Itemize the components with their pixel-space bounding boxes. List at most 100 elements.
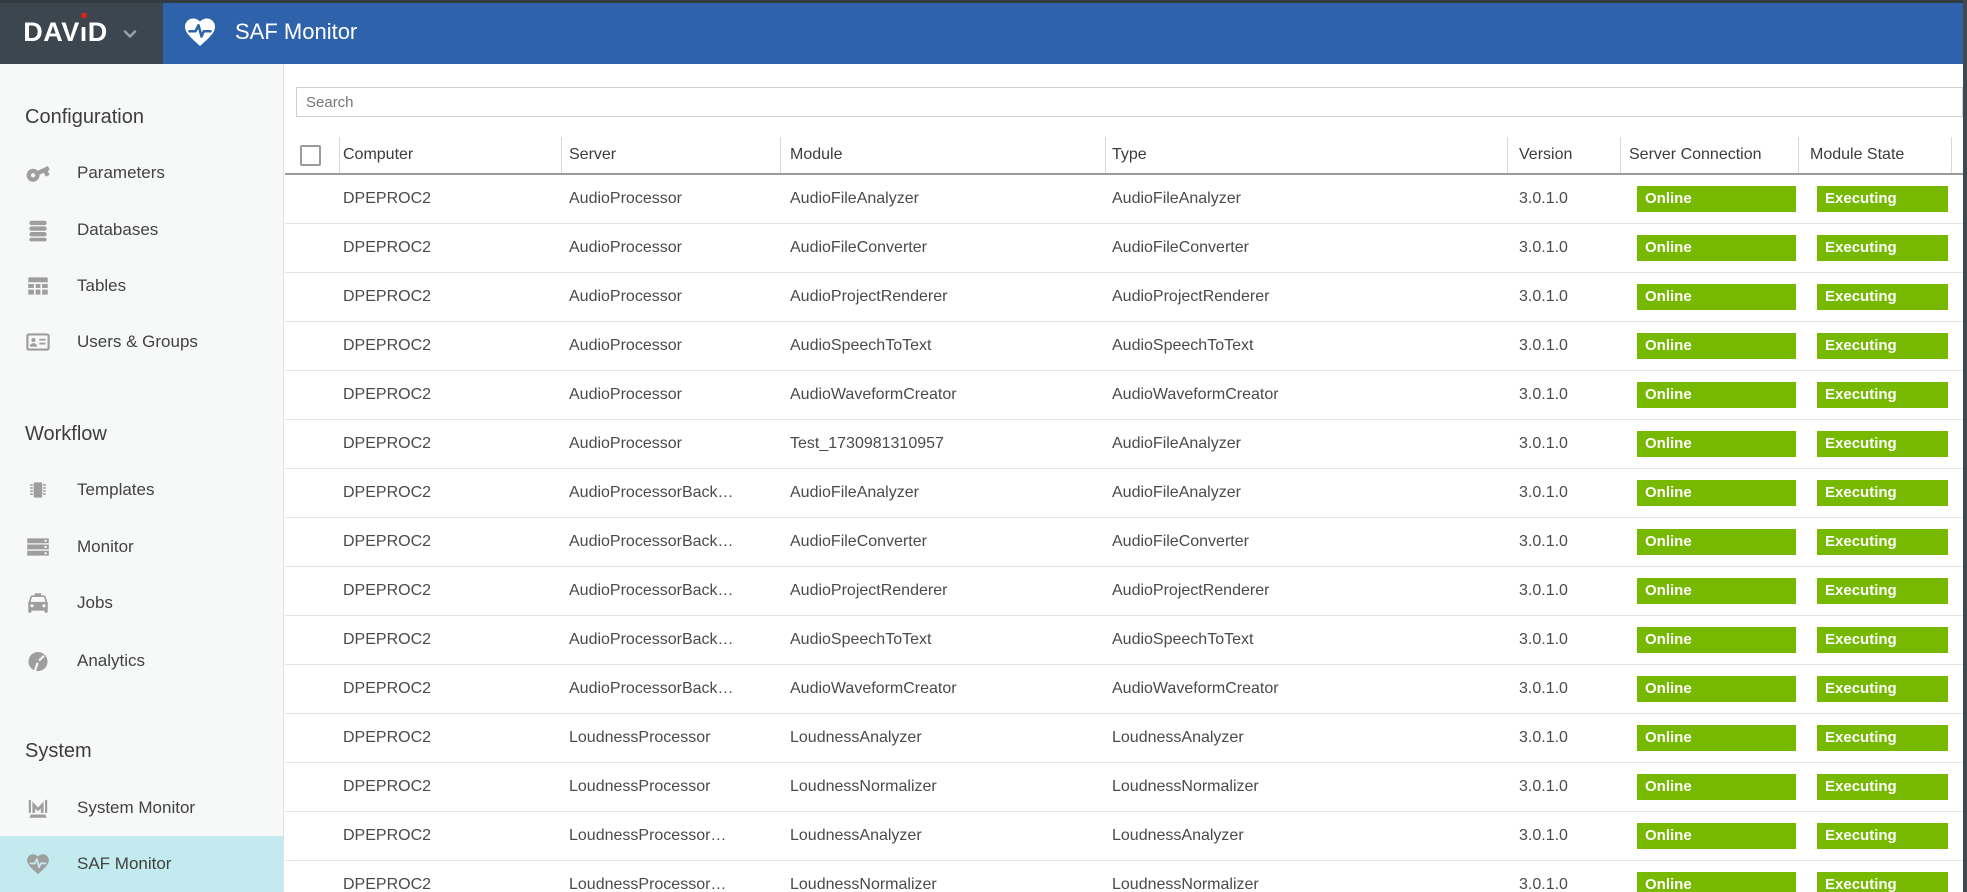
cell-server: AudioProcessor: [562, 386, 781, 404]
cell-version: 3.0.1.0: [1508, 484, 1621, 502]
cell-module: LoudnessAnalyzer: [781, 729, 1106, 747]
cell-version: 3.0.1.0: [1508, 680, 1621, 698]
table-row[interactable]: DPEPROC2LoudnessProcessorLoudnessAnalyze…: [285, 714, 1963, 763]
header-cell-computer[interactable]: Computer: [340, 137, 562, 173]
cell-server: AudioProcessor: [562, 239, 781, 257]
table-row[interactable]: DPEPROC2AudioProcessorBack…AudioFileConv…: [285, 518, 1963, 567]
cell-type: AudioProjectRenderer: [1106, 288, 1508, 306]
table-row[interactable]: DPEPROC2AudioProcessorAudioFileConverter…: [285, 224, 1963, 273]
status-badge-online: Online: [1637, 284, 1796, 310]
brand-logo: DAVıD: [23, 19, 108, 46]
sidebar-item-tables[interactable]: Tables: [0, 258, 283, 314]
cell-computer: DPEPROC2: [340, 435, 562, 453]
header-cell-type[interactable]: Type: [1106, 137, 1508, 173]
cell-type: AudioFileAnalyzer: [1106, 484, 1508, 502]
status-badge-executing: Executing: [1817, 872, 1948, 892]
cell-type: AudioFileConverter: [1106, 239, 1508, 257]
search-input[interactable]: [296, 87, 1963, 117]
table-row[interactable]: DPEPROC2AudioProcessorAudioFileAnalyzerA…: [285, 175, 1963, 224]
cell-server: AudioProcessorBack…: [562, 582, 781, 600]
cell-server: AudioProcessor: [562, 435, 781, 453]
cell-computer: DPEPROC2: [340, 631, 562, 649]
table-row[interactable]: DPEPROC2LoudnessProcessorLoudnessNormali…: [285, 763, 1963, 812]
table-row[interactable]: DPEPROC2AudioProcessorBack…AudioFileAnal…: [285, 469, 1963, 518]
cell-computer: DPEPROC2: [340, 386, 562, 404]
heart-pulse-icon: [182, 14, 218, 50]
cell-server-connection: Online: [1621, 235, 1799, 261]
select-all-checkbox[interactable]: [300, 145, 321, 166]
app-header: DAVıD SAF Monitor: [0, 0, 1967, 64]
table-row[interactable]: DPEPROC2AudioProcessorBack…AudioProjectR…: [285, 567, 1963, 616]
header-cell-module-state[interactable]: Module State: [1799, 137, 1952, 173]
sidebar-heading-configuration: Configuration: [25, 105, 144, 129]
header-cell-module[interactable]: Module: [781, 137, 1106, 173]
cell-version: 3.0.1.0: [1508, 190, 1621, 208]
status-badge-online: Online: [1637, 872, 1796, 892]
cell-version: 3.0.1.0: [1508, 386, 1621, 404]
table-row[interactable]: DPEPROC2LoudnessProcessor…LoudnessNormal…: [285, 861, 1963, 892]
status-badge-executing: Executing: [1817, 333, 1948, 359]
id-card-icon: [24, 328, 52, 356]
gauge-icon: [24, 647, 52, 675]
sidebar-item-parameters[interactable]: Parameters: [0, 145, 283, 201]
cell-type: AudioSpeechToText: [1106, 337, 1508, 355]
cell-module-state: Executing: [1799, 627, 1952, 653]
header-cell-server[interactable]: Server: [562, 137, 781, 173]
status-badge-executing: Executing: [1817, 578, 1948, 604]
status-badge-executing: Executing: [1817, 529, 1948, 555]
sidebar-item-system-monitor[interactable]: System Monitor: [0, 780, 283, 836]
chevron-down-icon[interactable]: [120, 24, 140, 44]
status-badge-executing: Executing: [1817, 284, 1948, 310]
sidebar-item-users-groups[interactable]: Users & Groups: [0, 314, 283, 370]
sidebar-item-label: Databases: [77, 220, 158, 240]
table-row[interactable]: DPEPROC2AudioProcessorAudioSpeechToTextA…: [285, 322, 1963, 371]
brand-menu-button[interactable]: DAVıD: [0, 0, 163, 64]
cell-computer: DPEPROC2: [340, 288, 562, 306]
status-badge-executing: Executing: [1817, 382, 1948, 408]
cell-module-state: Executing: [1799, 480, 1952, 506]
cell-module-state: Executing: [1799, 725, 1952, 751]
cell-module: AudioSpeechToText: [781, 337, 1106, 355]
table-row[interactable]: DPEPROC2LoudnessProcessor…LoudnessAnalyz…: [285, 812, 1963, 861]
window-top-edge: [0, 0, 1967, 3]
table-row[interactable]: DPEPROC2AudioProcessorAudioWaveformCreat…: [285, 371, 1963, 420]
cell-computer: DPEPROC2: [340, 239, 562, 257]
cell-module-state: Executing: [1799, 186, 1952, 212]
cell-module-state: Executing: [1799, 872, 1952, 892]
status-badge-online: Online: [1637, 235, 1796, 261]
table-body: DPEPROC2AudioProcessorAudioFileAnalyzerA…: [285, 175, 1963, 892]
table-row[interactable]: DPEPROC2AudioProcessorBack…AudioSpeechTo…: [285, 616, 1963, 665]
sidebar-item-databases[interactable]: Databases: [0, 202, 283, 258]
sidebar-item-label: Users & Groups: [77, 332, 198, 352]
cell-module-state: Executing: [1799, 529, 1952, 555]
sidebar-item-templates[interactable]: Templates: [0, 462, 283, 518]
sidebar-item-saf-monitor[interactable]: SAF Monitor: [0, 836, 283, 892]
cell-computer: DPEPROC2: [340, 729, 562, 747]
cell-module: AudioProjectRenderer: [781, 582, 1106, 600]
status-badge-online: Online: [1637, 382, 1796, 408]
cell-type: AudioSpeechToText: [1106, 631, 1508, 649]
database-icon: [24, 216, 52, 244]
header-cell-version[interactable]: Version: [1508, 137, 1621, 173]
status-badge-online: Online: [1637, 823, 1796, 849]
sidebar-item-analytics[interactable]: Analytics: [0, 633, 283, 689]
cell-computer: DPEPROC2: [340, 190, 562, 208]
table-row[interactable]: DPEPROC2AudioProcessorAudioProjectRender…: [285, 273, 1963, 322]
header-cell-server-connection[interactable]: Server Connection: [1621, 137, 1799, 173]
cell-version: 3.0.1.0: [1508, 631, 1621, 649]
cell-type: AudioFileAnalyzer: [1106, 190, 1508, 208]
cell-module: AudioFileConverter: [781, 239, 1106, 257]
cell-version: 3.0.1.0: [1508, 288, 1621, 306]
table-row[interactable]: DPEPROC2AudioProcessorTest_1730981310957…: [285, 420, 1963, 469]
cell-type: LoudnessNormalizer: [1106, 778, 1508, 796]
status-badge-executing: Executing: [1817, 431, 1948, 457]
status-badge-executing: Executing: [1817, 480, 1948, 506]
sidebar-item-monitor[interactable]: Monitor: [0, 519, 283, 575]
cell-type: AudioProjectRenderer: [1106, 582, 1508, 600]
table-grid-icon: [24, 272, 52, 300]
status-badge-executing: Executing: [1817, 774, 1948, 800]
cell-version: 3.0.1.0: [1508, 729, 1621, 747]
cell-module-state: Executing: [1799, 382, 1952, 408]
table-row[interactable]: DPEPROC2AudioProcessorBack…AudioWaveform…: [285, 665, 1963, 714]
sidebar-item-jobs[interactable]: Jobs: [0, 575, 283, 631]
